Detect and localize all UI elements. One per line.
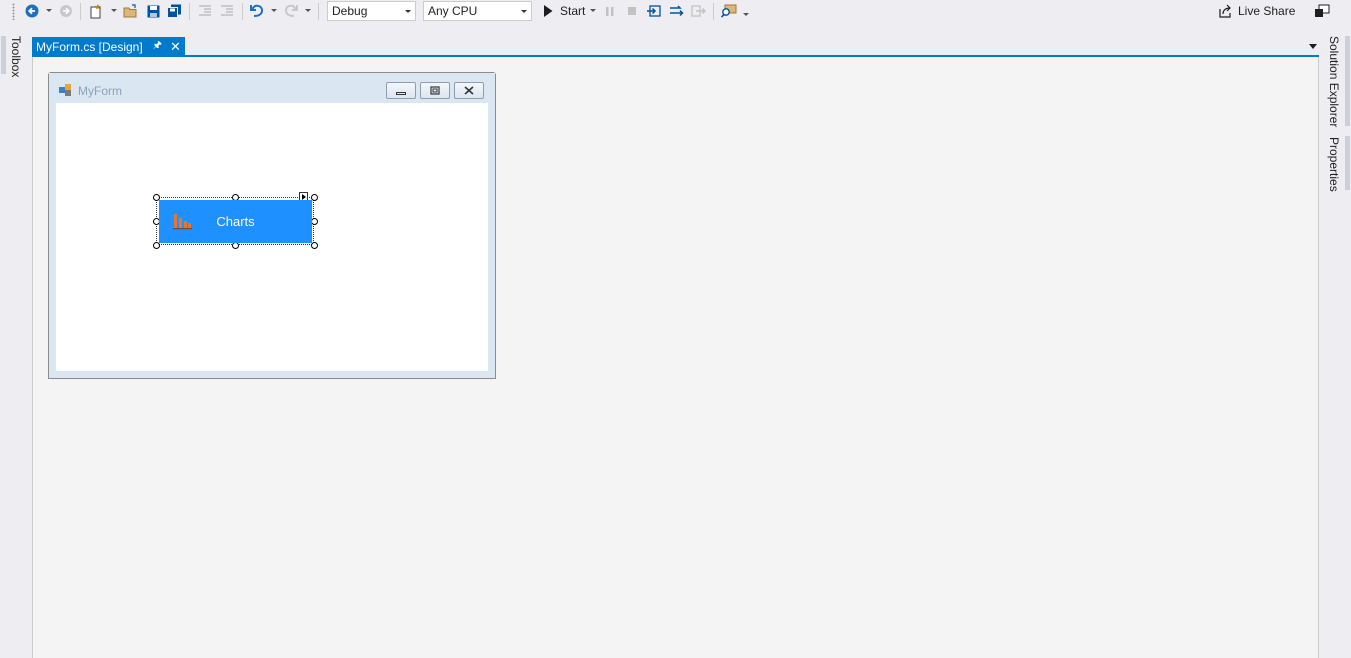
pause-button[interactable] bbox=[603, 2, 617, 20]
live-share-button[interactable] bbox=[1217, 2, 1233, 20]
right-tool-strip: Solution Explorer Properties bbox=[1320, 24, 1351, 658]
forward-button[interactable] bbox=[58, 2, 74, 20]
properties-tab[interactable]: Properties bbox=[1327, 137, 1341, 192]
feedback-icon bbox=[1315, 4, 1330, 17]
open-folder-icon bbox=[123, 4, 136, 18]
indent-button[interactable] bbox=[219, 2, 235, 20]
open-button[interactable] bbox=[122, 2, 138, 20]
solution-explorer-tab[interactable]: Solution Explorer bbox=[1327, 36, 1341, 127]
pause-icon bbox=[606, 6, 614, 16]
live-share-label[interactable]: Live Share bbox=[1238, 4, 1295, 18]
chevron-down-icon bbox=[521, 10, 527, 13]
tab-overflow-menu-icon[interactable] bbox=[1309, 44, 1317, 49]
outdent-icon bbox=[198, 5, 211, 16]
pin-icon[interactable]: 🖈 bbox=[153, 38, 162, 55]
toolbar-separator bbox=[189, 3, 190, 20]
redo-dropdown-arrow[interactable] bbox=[305, 9, 311, 12]
find-icon bbox=[721, 4, 737, 18]
new-project-dropdown-arrow[interactable] bbox=[111, 9, 117, 12]
document-tab[interactable]: MyForm.cs [Design] 🖈 ✕ bbox=[32, 37, 185, 56]
redo-button[interactable] bbox=[283, 2, 299, 20]
back-dropdown-arrow[interactable] bbox=[46, 9, 52, 12]
feedback-button[interactable] bbox=[1313, 2, 1331, 20]
toolbox-tab-bar bbox=[1, 36, 6, 74]
toolbox-tab[interactable]: Toolbox bbox=[9, 36, 23, 77]
minimize-button[interactable] bbox=[386, 82, 416, 99]
maximize-button[interactable] bbox=[420, 82, 450, 99]
new-project-icon bbox=[90, 3, 101, 18]
stop-icon bbox=[628, 7, 636, 15]
maximize-icon bbox=[430, 86, 440, 95]
properties-tab-bar bbox=[1345, 136, 1350, 190]
form-title-bar[interactable]: MyForm bbox=[49, 73, 495, 103]
configuration-value: Debug bbox=[332, 4, 368, 18]
platform-combobox[interactable]: Any CPU bbox=[423, 1, 532, 21]
save-button[interactable] bbox=[145, 2, 161, 20]
undo-button[interactable] bbox=[249, 2, 265, 20]
platform-value: Any CPU bbox=[428, 4, 478, 18]
step-out-icon bbox=[690, 5, 706, 17]
live-share-icon bbox=[1219, 4, 1231, 18]
step-out-button[interactable] bbox=[690, 2, 706, 20]
toolbar-overflow-arrow[interactable] bbox=[743, 13, 749, 16]
find-button[interactable] bbox=[720, 2, 738, 20]
start-button[interactable] bbox=[541, 2, 555, 20]
charts-button[interactable]: Charts bbox=[159, 200, 312, 243]
left-tool-strip: Toolbox bbox=[0, 24, 32, 658]
resize-handle[interactable] bbox=[311, 194, 318, 201]
close-icon bbox=[464, 86, 474, 95]
indent-icon bbox=[220, 5, 233, 16]
charts-button-label: Charts bbox=[216, 214, 255, 229]
toolbar: Debug Any CPU Start Live Share bbox=[0, 0, 1351, 24]
step-over-button[interactable] bbox=[668, 2, 684, 20]
start-dropdown-arrow[interactable] bbox=[590, 9, 596, 12]
form-window[interactable]: MyForm Charts bbox=[48, 72, 496, 379]
resize-handle[interactable] bbox=[153, 242, 160, 249]
document-tab-title: MyForm.cs [Design] bbox=[36, 39, 143, 54]
forward-icon bbox=[60, 5, 72, 17]
undo-icon bbox=[250, 4, 264, 17]
toolbar-separator bbox=[80, 3, 81, 20]
resize-handle[interactable] bbox=[311, 242, 318, 249]
resize-handle[interactable] bbox=[311, 218, 318, 225]
toolbar-grip[interactable] bbox=[12, 3, 15, 20]
close-window-button[interactable] bbox=[454, 82, 484, 99]
form-icon bbox=[59, 84, 71, 96]
save-all-icon bbox=[166, 4, 181, 18]
solution-explorer-tab-bar bbox=[1345, 36, 1350, 126]
stop-button[interactable] bbox=[625, 2, 639, 20]
back-icon bbox=[25, 4, 39, 18]
form-title: MyForm bbox=[78, 84, 122, 98]
step-over-icon bbox=[669, 5, 684, 17]
resize-handle[interactable] bbox=[232, 242, 239, 249]
new-project-button[interactable] bbox=[88, 2, 104, 20]
form-client-area[interactable]: Charts bbox=[56, 103, 488, 371]
save-all-button[interactable] bbox=[166, 2, 182, 20]
undo-dropdown-arrow[interactable] bbox=[271, 9, 277, 12]
toolbar-separator bbox=[318, 3, 319, 20]
minimize-icon bbox=[396, 91, 406, 95]
chevron-down-icon bbox=[405, 10, 411, 13]
save-icon bbox=[147, 5, 159, 17]
step-into-icon bbox=[647, 5, 661, 17]
toolbar-separator bbox=[713, 3, 714, 20]
outdent-button[interactable] bbox=[197, 2, 213, 20]
back-button[interactable] bbox=[24, 2, 40, 20]
play-icon bbox=[544, 5, 553, 17]
designer-surface[interactable]: MyForm Charts bbox=[32, 57, 1319, 658]
step-into-button[interactable] bbox=[646, 2, 662, 20]
redo-icon bbox=[284, 4, 298, 17]
toolbar-separator bbox=[242, 3, 243, 20]
start-label[interactable]: Start bbox=[560, 4, 585, 18]
close-icon[interactable]: ✕ bbox=[170, 39, 181, 55]
configuration-combobox[interactable]: Debug bbox=[327, 1, 416, 21]
